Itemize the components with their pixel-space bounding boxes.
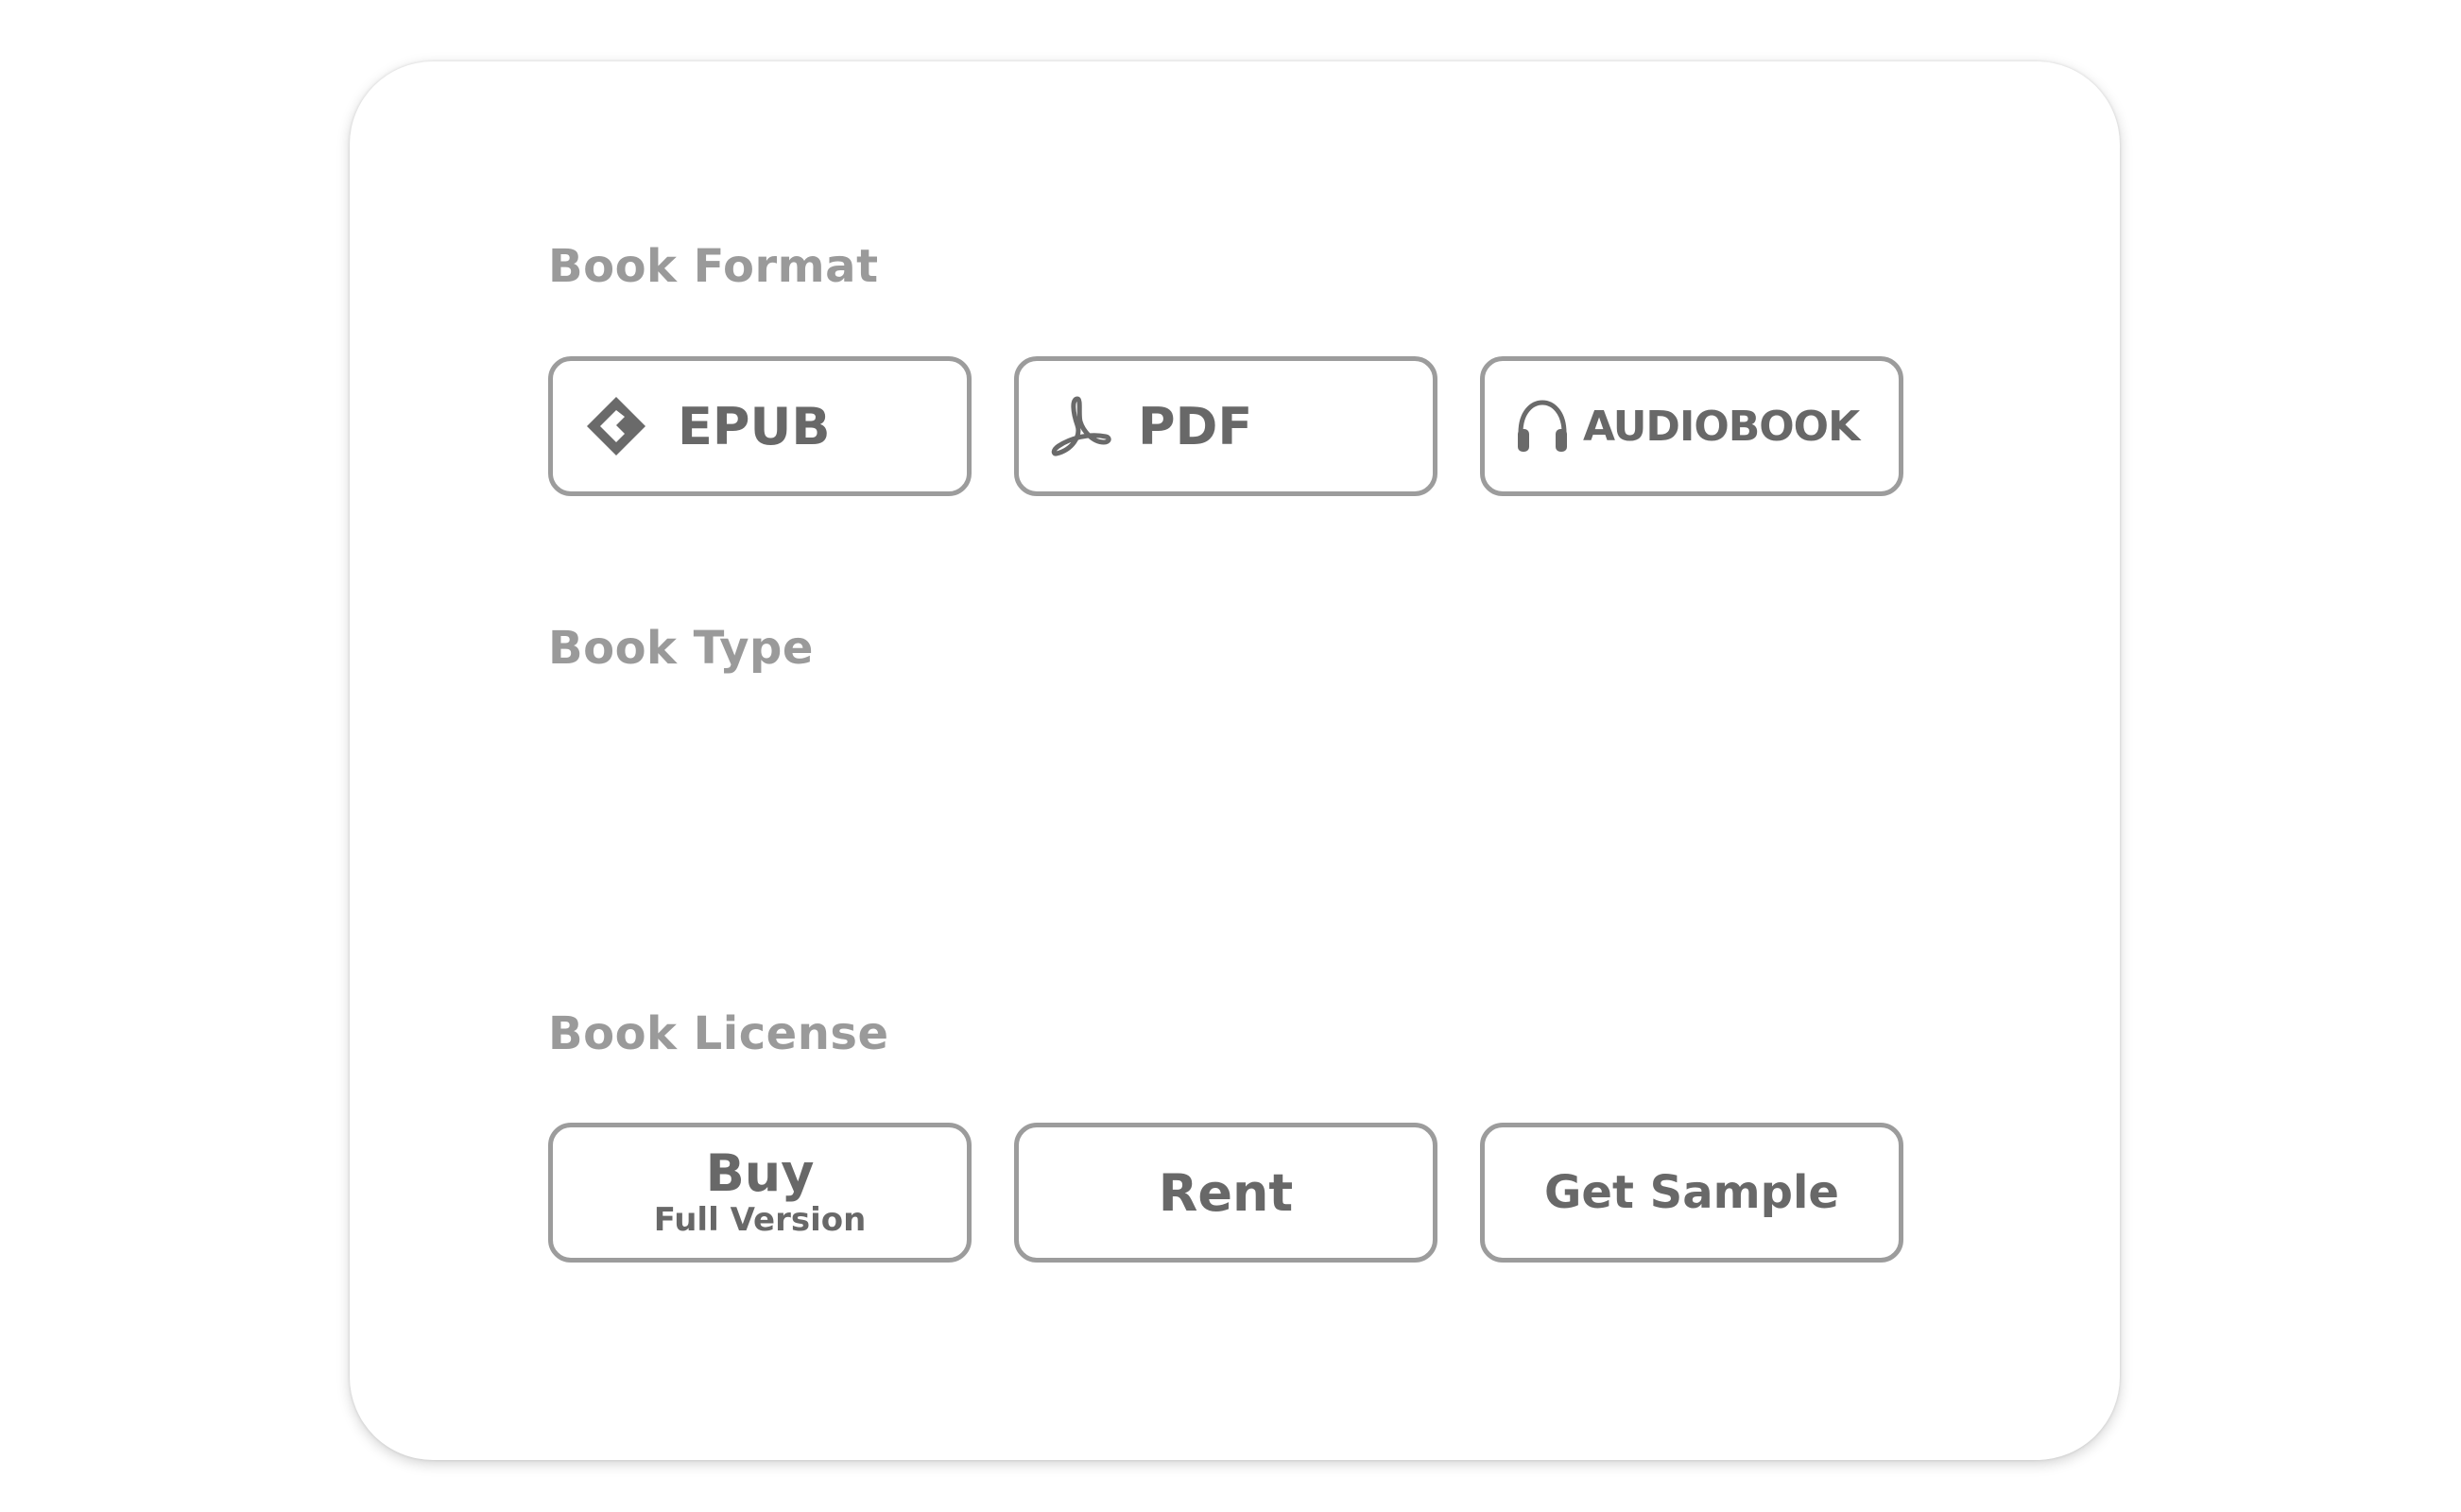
headphones-icon (1513, 397, 1572, 455)
license-rent-button[interactable]: Rent (1014, 1123, 1437, 1263)
epub-icon (583, 393, 649, 459)
book-license-title: Book License (548, 1007, 889, 1060)
format-pdf-label: PDF (1138, 396, 1253, 456)
format-pdf-button[interactable]: PDF (1014, 356, 1437, 496)
book-format-title: Book Format (548, 240, 879, 293)
format-audiobook-label: AUDIOBOOK (1583, 402, 1860, 451)
license-get-sample-button[interactable]: Get Sample (1480, 1123, 1903, 1263)
license-buy-button[interactable]: Buy Full Version (548, 1123, 972, 1263)
license-buy-label: Buy (705, 1143, 815, 1203)
license-rent-label: Rent (1158, 1162, 1294, 1223)
license-get-sample-label: Get Sample (1544, 1166, 1839, 1219)
format-epub-label: EPUB (678, 396, 831, 456)
format-audiobook-button[interactable]: AUDIOBOOK (1480, 356, 1903, 496)
book-type-title: Book Type (548, 622, 814, 675)
pdf-icon (1047, 393, 1113, 459)
license-buy-sublabel: Full Version (653, 1201, 867, 1239)
format-epub-button[interactable]: EPUB (548, 356, 972, 496)
